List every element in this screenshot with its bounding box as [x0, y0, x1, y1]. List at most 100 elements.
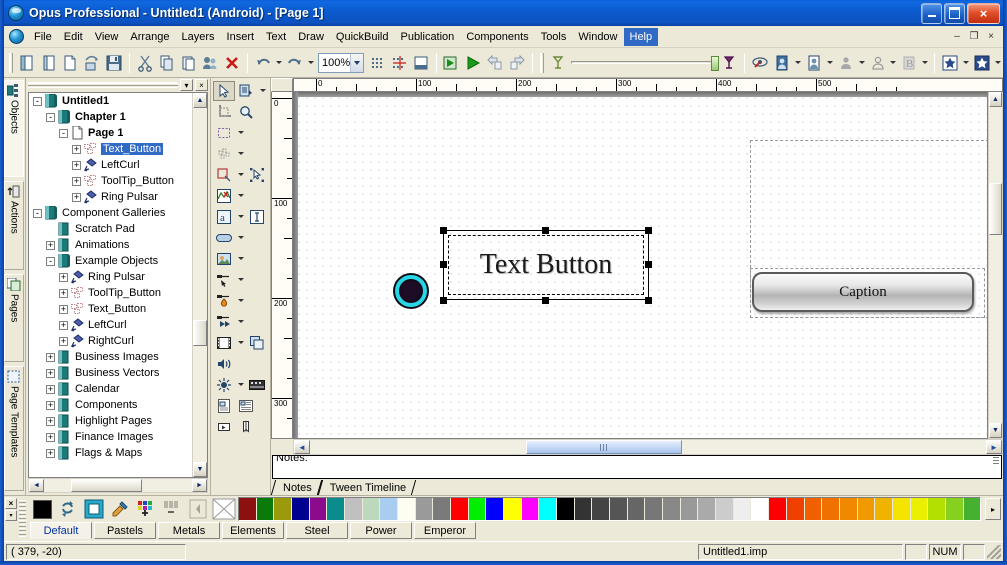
transparency-low-icon[interactable] — [547, 51, 569, 75]
menu-arrange[interactable]: Arrange — [124, 28, 175, 46]
collapse-icon[interactable]: - — [46, 112, 55, 122]
selection-handle[interactable] — [645, 261, 652, 268]
show-hidden-dropdown-icon[interactable] — [920, 51, 930, 75]
tab-tween-timeline[interactable]: Tween Timeline — [320, 480, 414, 495]
eyedropper-icon[interactable] — [108, 498, 132, 520]
palette-tab-elements[interactable]: Elements — [222, 522, 284, 539]
color-swatch[interactable] — [504, 498, 522, 520]
objects-panel-titlebar[interactable]: ▾ × — [26, 78, 210, 92]
tree-node[interactable]: + Components — [29, 397, 192, 413]
document-icon[interactable] — [9, 29, 24, 44]
current-color-swatch[interactable] — [30, 498, 54, 520]
image-tool[interactable] — [213, 249, 235, 269]
open-file-button[interactable] — [60, 51, 82, 75]
menu-file[interactable]: File — [28, 28, 58, 46]
expand-icon[interactable]: + — [72, 192, 81, 202]
paste-button[interactable] — [178, 51, 200, 75]
collapse-icon[interactable]: - — [46, 256, 55, 266]
marquee-tool[interactable] — [213, 123, 235, 143]
undo-dropdown-icon[interactable] — [274, 51, 284, 75]
palette-close-button[interactable]: × — [5, 498, 17, 509]
next-page-button[interactable] — [506, 51, 528, 75]
menu-components[interactable]: Components — [460, 28, 534, 46]
menu-help[interactable]: Help — [623, 27, 659, 46]
objects-tree[interactable]: - Untitled1- Chapter 1- Page 1 + Text_Button +… — [28, 92, 208, 478]
color-swatch[interactable] — [292, 498, 310, 520]
mdi-minimize-button[interactable]: – — [949, 30, 965, 44]
tree-node[interactable]: + Flags & Maps — [29, 445, 192, 461]
swap-colors-icon[interactable] — [56, 498, 80, 520]
mdi-close-button[interactable]: × — [983, 30, 999, 44]
text-insert-tool[interactable] — [246, 207, 268, 227]
menu-quickbuild[interactable]: QuickBuild — [330, 28, 395, 46]
canvas-scroll-down-icon[interactable]: ▼ — [989, 423, 1002, 438]
movie-tool[interactable] — [213, 333, 235, 353]
expand-icon[interactable]: + — [59, 304, 68, 314]
tree-node[interactable]: + RightCurl — [29, 333, 192, 349]
hotspot-tool[interactable] — [213, 270, 235, 290]
delete-button[interactable] — [221, 51, 243, 75]
tree-node[interactable]: + ToolTip_Button — [29, 285, 192, 301]
expand-icon[interactable]: + — [46, 416, 55, 426]
select-tool-dropdown-icon[interactable] — [257, 81, 268, 101]
menu-text[interactable]: Text — [260, 28, 292, 46]
zoom-combo[interactable]: 100% — [317, 52, 364, 73]
selection-handle[interactable] — [645, 297, 652, 304]
page-setup-button[interactable] — [410, 51, 432, 75]
ruler-corner[interactable] — [271, 78, 293, 92]
sidebar-tab-pages[interactable]: Pages — [4, 274, 24, 363]
tree-node[interactable]: + Ring Pulsar — [29, 189, 192, 205]
color-swatch[interactable] — [928, 498, 946, 520]
add-color-icon[interactable] — [134, 498, 158, 520]
selection-handle[interactable] — [440, 227, 447, 234]
scroll-down-icon[interactable]: ▼ — [193, 462, 207, 477]
color-swatch[interactable] — [963, 498, 980, 520]
vscroll-track[interactable] — [193, 108, 207, 462]
button-tool[interactable] — [213, 228, 235, 248]
close-button[interactable]: × — [967, 2, 1000, 24]
copy-button[interactable] — [156, 51, 178, 75]
color-swatch[interactable] — [645, 498, 664, 520]
canvas-scroll-up-icon[interactable]: ▲ — [989, 92, 1002, 107]
color-swatch[interactable] — [680, 498, 699, 520]
vscroll-thumb[interactable] — [193, 320, 207, 347]
notes-tool[interactable] — [213, 396, 235, 416]
color-swatch[interactable] — [839, 498, 858, 520]
tree-node[interactable]: - Page 1 — [29, 125, 192, 141]
mdi-restore-button[interactable]: ❐ — [966, 30, 982, 44]
color-swatch[interactable] — [433, 498, 452, 520]
effects-2-dropdown-icon[interactable] — [993, 51, 1003, 75]
canvas-hscrollbar[interactable]: ◄ ► — [293, 439, 1003, 455]
text-tool-dropdown-icon[interactable] — [235, 207, 246, 227]
show-faded-dropdown-icon[interactable] — [857, 51, 867, 75]
slideshow-tool[interactable] — [246, 333, 268, 353]
marker-tool[interactable] — [213, 417, 235, 437]
objects-tree-hscrollbar[interactable]: ◄ ► — [28, 478, 208, 493]
palette-collapse-button[interactable]: ▾ — [5, 510, 17, 521]
ring-pulsar-object[interactable] — [395, 275, 427, 307]
expand-icon[interactable]: + — [46, 368, 55, 378]
animation-tool-dropdown-icon[interactable] — [235, 312, 246, 332]
redo-dropdown-icon[interactable] — [306, 51, 316, 75]
show-ghost-dropdown-icon[interactable] — [825, 51, 835, 75]
new-page-button[interactable] — [38, 51, 60, 75]
collapse-icon[interactable]: - — [33, 96, 42, 106]
notes-textarea[interactable]: Notes: — [272, 455, 1002, 479]
effects-2-button[interactable] — [971, 51, 993, 75]
image-tool-dropdown-icon[interactable] — [235, 249, 246, 269]
scroll-right-icon[interactable]: ► — [192, 479, 207, 492]
palette-tab-power[interactable]: Power — [350, 522, 412, 539]
menu-tools[interactable]: Tools — [535, 28, 573, 46]
palette-scroll-right-button[interactable]: ▸ — [985, 498, 1001, 520]
remove-color-icon[interactable] — [160, 498, 184, 520]
tree-node[interactable]: + Business Vectors — [29, 365, 192, 381]
object-list-tool[interactable] — [235, 81, 257, 101]
outline-fill-icon[interactable] — [82, 498, 106, 520]
show-outline-button[interactable] — [867, 51, 889, 75]
selection-handle[interactable] — [542, 297, 549, 304]
hotspot-tool-dropdown-icon[interactable] — [235, 270, 246, 290]
selection-handle[interactable] — [542, 227, 549, 234]
palette-tab-emperor[interactable]: Emperor — [414, 522, 476, 539]
expand-icon[interactable]: + — [59, 288, 68, 298]
save-button[interactable] — [103, 51, 125, 75]
